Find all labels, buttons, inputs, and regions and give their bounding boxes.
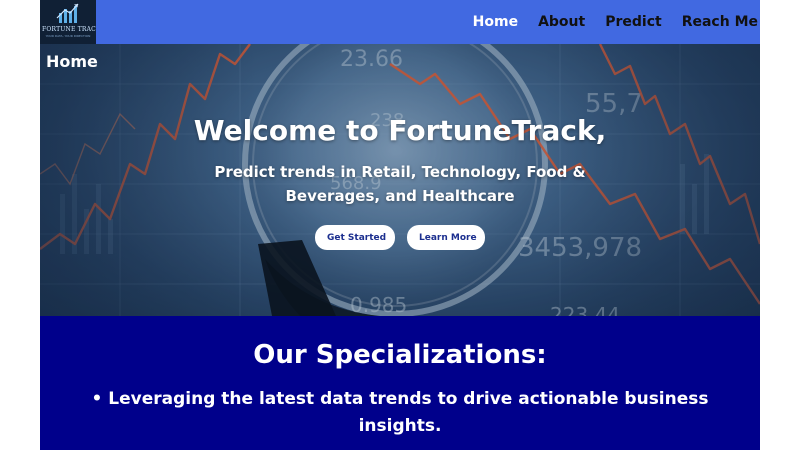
- nav-reach-me[interactable]: Reach Me: [682, 14, 758, 30]
- logo[interactable]: FORTUNE TRACK YOUR DATA, YOUR DIRECTION: [40, 0, 96, 44]
- specialization-item: • Leveraging the latest data trends to d…: [91, 389, 709, 436]
- logo-tagline: YOUR DATA, YOUR DIRECTION: [45, 34, 91, 38]
- hero-page-label: Home: [46, 52, 98, 71]
- page: FORTUNE TRACK YOUR DATA, YOUR DIRECTION …: [40, 0, 760, 450]
- nav-about[interactable]: About: [538, 14, 585, 30]
- nav-predict[interactable]: Predict: [605, 14, 661, 30]
- specializations-title: Our Specializations:: [253, 340, 547, 370]
- hero-title: Welcome to FortuneTrack,: [193, 114, 607, 147]
- specializations-section: Our Specializations: • Leveraging the la…: [40, 316, 760, 450]
- learn-more-button[interactable]: Learn More: [407, 225, 485, 250]
- hero-section: 23.66 55,7 238 568.9 3453,978 0.985 223.…: [40, 44, 760, 316]
- nav-links: Home About Predict Reach Me: [473, 0, 758, 44]
- hero-buttons: Get Started Learn More: [40, 225, 760, 250]
- navbar: FORTUNE TRACK YOUR DATA, YOUR DIRECTION …: [40, 0, 760, 44]
- nav-home[interactable]: Home: [473, 14, 518, 30]
- get-started-button[interactable]: Get Started: [315, 225, 395, 250]
- logo-name: FORTUNE TRACK: [42, 26, 96, 33]
- hero-subtitle: Predict trends in Retail, Technology, Fo…: [214, 163, 586, 205]
- bar-chart-icon: [56, 3, 79, 23]
